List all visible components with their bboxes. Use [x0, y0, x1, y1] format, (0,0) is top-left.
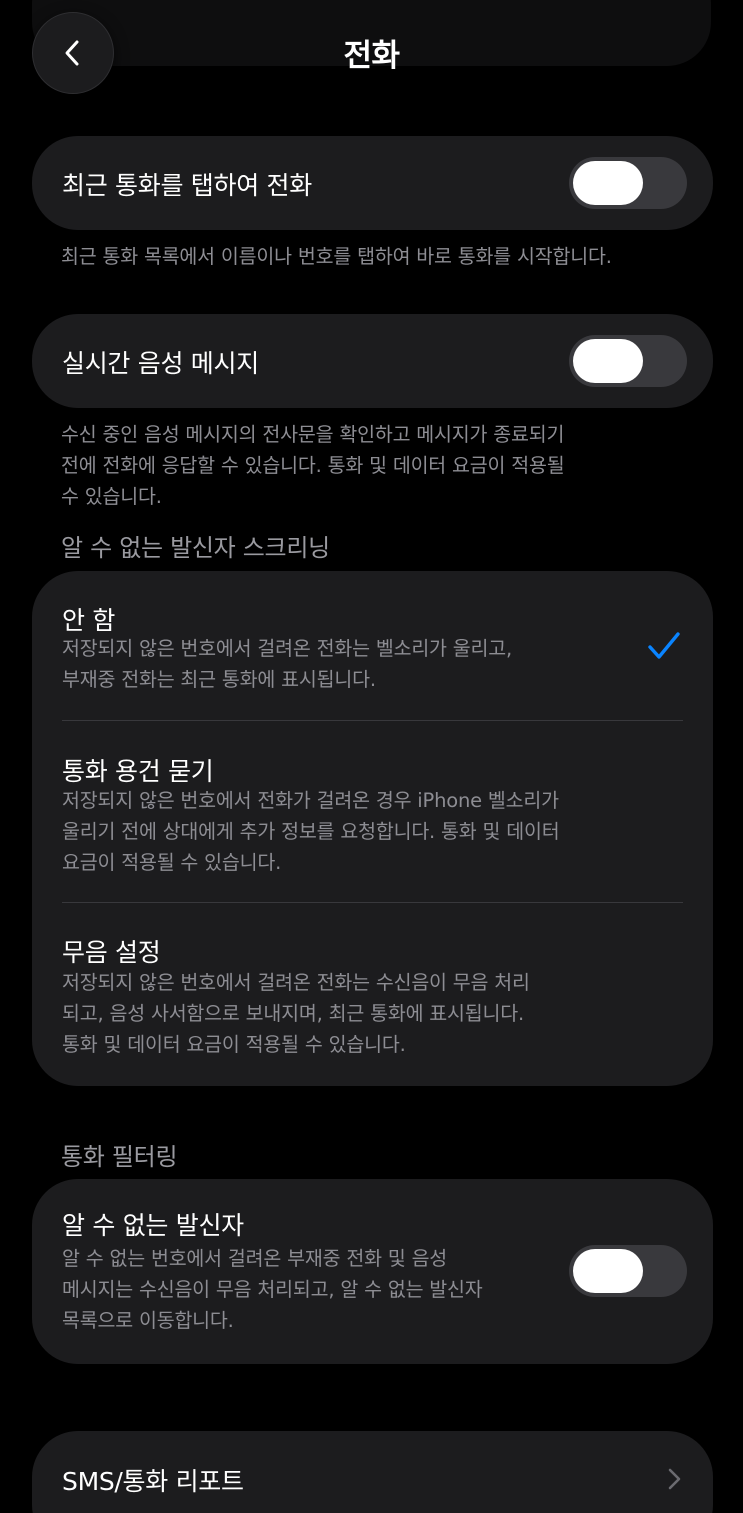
unknown-callers-title: 알 수 없는 발신자	[62, 1211, 244, 1240]
description-line: 통화 및 데이터 요금이 적용될 수 있습니다.	[62, 1033, 406, 1056]
description-line: 저장되지 않은 번호에서 전화가 걸려온 경우 iPhone 벨소리가	[62, 789, 559, 812]
live-voicemail-row: 실시간 음성 메시지	[32, 314, 713, 408]
chevron-right-icon	[668, 1468, 681, 1490]
unknown-callers-description: 알 수 없는 번호에서 걸려온 부재중 전화 및 음성 메시지는 수신음이 무음…	[62, 1243, 562, 1336]
description-line: 요금이 적용될 수 있습니다.	[62, 851, 282, 874]
option-description: 저장되지 않은 번호에서 걸려온 전화는 수신음이 무음 처리 되고, 음성 사…	[62, 967, 662, 1060]
footnote-line: 수신 중인 음성 메시지의 전사문을 확인하고 메시지가 종료되기	[61, 423, 565, 446]
phone-settings-screen: 전화 최근 통화를 탭하여 전화 최근 통화 목록에서 이름이나 번호를 탭하여…	[0, 0, 743, 1513]
unknown-callers-toggle[interactable]	[569, 1245, 687, 1297]
option-title: 무음 설정	[62, 938, 161, 967]
screening-options-group: 안 함 저장되지 않은 번호에서 걸려온 전화는 벨소리가 울리고, 부재중 전…	[32, 571, 713, 1086]
description-line: 되고, 음성 사서함으로 보내지며, 최근 통화에 표시됩니다.	[62, 1002, 525, 1025]
sms-report-row[interactable]: SMS/통화 리포트	[32, 1431, 713, 1513]
screening-option-ask-reason[interactable]: 통화 용건 묻기 저장되지 않은 번호에서 전화가 걸려온 경우 iPhone …	[32, 721, 713, 902]
live-voicemail-toggle[interactable]	[569, 335, 687, 387]
option-description: 저장되지 않은 번호에서 전화가 걸려온 경우 iPhone 벨소리가 울리기 …	[62, 785, 662, 878]
screening-section-header: 알 수 없는 발신자 스크리닝	[61, 534, 330, 562]
tap-recent-footnote: 최근 통화 목록에서 이름이나 번호를 탭하여 바로 통화를 시작합니다.	[61, 245, 612, 268]
toggle-knob	[573, 161, 643, 205]
page-title: 전화	[343, 38, 400, 74]
sms-report-label: SMS/통화 리포트	[62, 1467, 244, 1496]
unknown-callers-row: 알 수 없는 발신자 알 수 없는 번호에서 걸려온 부재중 전화 및 음성 메…	[32, 1179, 713, 1364]
screening-option-silence[interactable]: 무음 설정 저장되지 않은 번호에서 걸려온 전화는 수신음이 무음 처리 되고…	[32, 903, 713, 1086]
description-line: 울리기 전에 상대에게 추가 정보를 요청합니다. 통화 및 데이터	[62, 820, 560, 843]
option-description: 저장되지 않은 번호에서 걸려온 전화는 벨소리가 울리고, 부재중 전화는 최…	[62, 633, 622, 695]
description-line: 저장되지 않은 번호에서 걸려온 전화는 수신음이 무음 처리	[62, 971, 530, 994]
tap-recent-label: 최근 통화를 탭하여 전화	[62, 171, 312, 200]
footnote-line: 전에 전화에 응답할 수 있습니다. 통화 및 데이터 요금이 적용될	[61, 454, 565, 477]
tap-recent-row: 최근 통화를 탭하여 전화	[32, 136, 713, 230]
description-line: 메시지는 수신음이 무음 처리되고, 알 수 없는 발신자	[62, 1278, 483, 1301]
toggle-knob	[573, 339, 643, 383]
live-voicemail-footnote: 수신 중인 음성 메시지의 전사문을 확인하고 메시지가 종료되기 전에 전화에…	[61, 419, 681, 512]
footnote-line: 수 있습니다.	[61, 485, 162, 508]
option-title: 안 함	[62, 606, 116, 635]
description-line: 저장되지 않은 번호에서 걸려온 전화는 벨소리가 울리고,	[62, 637, 513, 660]
description-line: 알 수 없는 번호에서 걸려온 부재중 전화 및 음성	[62, 1247, 448, 1270]
option-title: 통화 용건 묻기	[62, 757, 214, 786]
description-line: 부재중 전화는 최근 통화에 표시됩니다.	[62, 668, 376, 691]
live-voicemail-label: 실시간 음성 메시지	[62, 349, 259, 378]
checkmark-icon	[648, 632, 680, 659]
toggle-knob	[573, 1249, 643, 1293]
filtering-section-header: 통화 필터링	[61, 1143, 178, 1171]
screening-option-never[interactable]: 안 함 저장되지 않은 번호에서 걸려온 전화는 벨소리가 울리고, 부재중 전…	[32, 571, 713, 721]
description-line: 목록으로 이동합니다.	[62, 1309, 234, 1332]
tap-recent-toggle[interactable]	[569, 157, 687, 209]
